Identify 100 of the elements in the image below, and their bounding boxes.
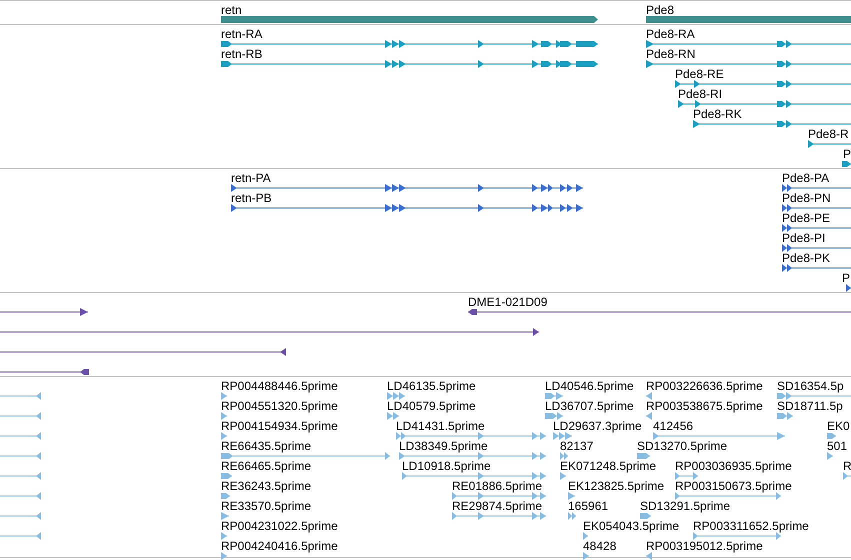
feature-label: SD13291.5prime [640, 500, 730, 512]
feature-label: LD10918.5prime [402, 460, 491, 472]
est-glyph[interactable] [0, 491, 41, 501]
clone-glyph[interactable] [0, 327, 539, 337]
protein-glyph[interactable] [782, 183, 851, 193]
clone-glyph[interactable] [0, 307, 88, 317]
est-glyph[interactable] [387, 411, 399, 421]
est-glyph[interactable] [221, 471, 232, 481]
est-glyph[interactable] [221, 511, 229, 521]
est-glyph[interactable] [693, 531, 781, 541]
gene-label: retn [221, 4, 242, 16]
est-glyph[interactable] [843, 471, 851, 481]
transcript-glyph[interactable] [646, 59, 851, 69]
est-glyph[interactable] [675, 471, 698, 481]
est-glyph[interactable] [0, 451, 41, 461]
feature-label: EK071248.5prime [560, 460, 656, 472]
est-glyph[interactable] [221, 531, 227, 541]
transcript-glyph[interactable] [221, 39, 598, 49]
est-glyph[interactable] [646, 411, 652, 421]
est-glyph[interactable] [545, 411, 563, 421]
protein-glyph[interactable] [782, 243, 851, 253]
protein-glyph[interactable] [782, 223, 851, 233]
est-glyph[interactable] [583, 551, 589, 560]
est-glyph[interactable] [827, 451, 833, 461]
feature-label: retn-RB [221, 48, 262, 60]
est-glyph[interactable] [0, 511, 41, 521]
feature-label: SD16354.5p [777, 380, 844, 392]
est-glyph[interactable] [0, 471, 41, 481]
est-glyph[interactable] [396, 431, 546, 441]
feature-label: Pde8-PI [782, 232, 826, 244]
feature-label: RP003150673.5prime [675, 480, 792, 492]
feature-label: Pde8-PK [782, 252, 830, 264]
feature-label: Pde8-RK [693, 108, 742, 120]
feature-label: RP003538675.5prime [646, 400, 763, 412]
est-glyph[interactable] [545, 391, 563, 401]
feature-label: RP004551320.5prime [221, 400, 338, 412]
feature-label: Pde8-RA [646, 28, 695, 40]
est-glyph[interactable] [387, 391, 405, 401]
feature-label: retn-RA [221, 28, 262, 40]
est-glyph[interactable] [827, 431, 836, 441]
protein-glyph[interactable] [231, 203, 583, 213]
est-glyph[interactable] [221, 391, 227, 401]
est-glyph[interactable] [221, 431, 227, 441]
est-glyph[interactable] [560, 471, 566, 481]
feature-label: RE01886.5prime [452, 480, 542, 492]
protein-glyph[interactable] [231, 183, 583, 193]
feature-label: Pde8-R [808, 128, 849, 140]
est-glyph[interactable] [653, 431, 785, 441]
est-glyph[interactable] [646, 551, 652, 560]
est-glyph[interactable] [777, 411, 793, 421]
feature-label: DME1-021D09 [468, 296, 548, 308]
protein-glyph[interactable] [782, 203, 851, 213]
clone-glyph[interactable] [0, 367, 89, 377]
feature-label: EK054043.5prime [583, 520, 680, 532]
est-glyph[interactable] [646, 391, 652, 401]
feature-label: RP003226636.5prime [646, 380, 763, 392]
clone-glyph[interactable] [468, 307, 851, 317]
est-glyph[interactable] [0, 391, 41, 401]
feature-label: RP004231022.5prime [221, 520, 338, 532]
transcript-glyph[interactable] [221, 59, 598, 69]
gene-label: Pde8 [646, 4, 674, 16]
est-glyph[interactable] [0, 411, 41, 421]
transcript-glyph[interactable] [693, 119, 851, 129]
feature-label: Pde8-PA [782, 172, 830, 184]
transcript-glyph[interactable] [678, 99, 851, 109]
est-glyph[interactable] [0, 531, 41, 541]
feature-label: retn-PB [231, 192, 272, 204]
est-glyph[interactable] [402, 471, 546, 481]
est-glyph[interactable] [221, 551, 227, 560]
feature-label: 412456 [653, 420, 694, 432]
est-glyph[interactable] [221, 411, 227, 421]
est-glyph[interactable] [0, 431, 41, 441]
transcript-glyph[interactable] [808, 139, 851, 149]
est-glyph[interactable] [452, 491, 546, 501]
est-glyph[interactable] [399, 451, 546, 461]
feature-label: R [843, 460, 851, 472]
est-glyph[interactable] [675, 491, 781, 501]
transcript-glyph[interactable] [675, 79, 851, 89]
est-glyph[interactable] [583, 531, 588, 541]
est-glyph[interactable] [568, 491, 575, 501]
est-glyph[interactable] [560, 451, 568, 461]
feature-label: 501 [827, 440, 848, 452]
feature-label: RE66465.5prime [221, 460, 312, 472]
est-glyph[interactable] [221, 491, 230, 501]
est-glyph[interactable] [553, 431, 572, 441]
est-glyph[interactable] [637, 451, 650, 461]
transcript-glyph[interactable] [842, 159, 851, 169]
est-glyph[interactable] [777, 391, 851, 401]
est-glyph[interactable] [568, 511, 576, 521]
protein-glyph[interactable] [846, 283, 851, 293]
feature-label: LD38349.5prime [399, 440, 488, 452]
est-glyph[interactable] [640, 511, 651, 521]
feature-label: RP003036935.5prime [675, 460, 792, 472]
feature-label: LD29637.3prime [553, 420, 642, 432]
feature-label: retn-PA [231, 172, 271, 184]
transcript-glyph[interactable] [646, 39, 851, 49]
clone-glyph[interactable] [0, 347, 286, 357]
est-glyph[interactable] [221, 451, 390, 461]
est-glyph[interactable] [452, 511, 546, 521]
protein-glyph[interactable] [782, 263, 851, 273]
